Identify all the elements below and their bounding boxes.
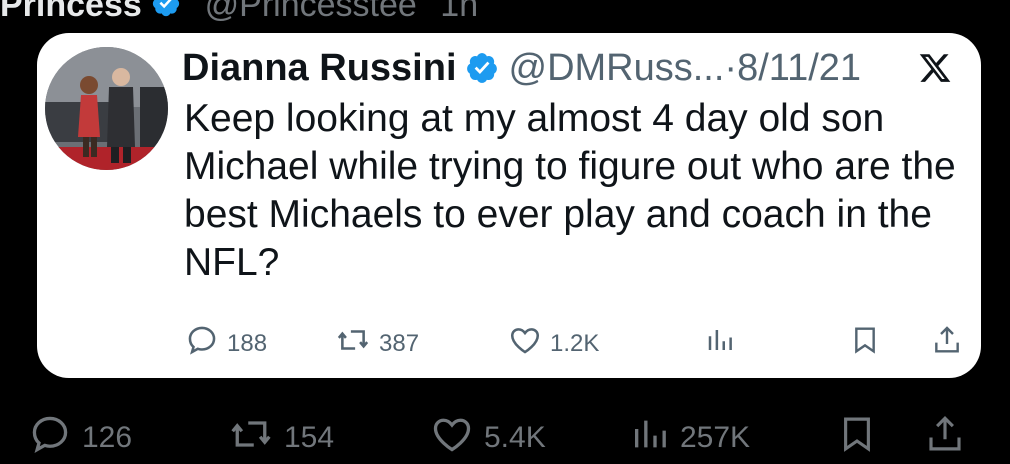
bookmark-button[interactable] <box>849 323 889 364</box>
like-icon <box>430 412 484 464</box>
outer-author-handle[interactable]: @Princesstee <box>205 0 417 24</box>
reply-icon <box>28 412 82 464</box>
outer-bookmark-button[interactable] <box>836 412 888 464</box>
outer-views-count: 257K <box>680 421 751 454</box>
retweet-button[interactable]: 387 <box>335 323 419 364</box>
verified-badge-icon <box>465 51 499 85</box>
like-icon <box>508 323 550 364</box>
outer-retweet-count: 154 <box>284 421 335 454</box>
author-handle[interactable]: @DMRuss... <box>509 47 725 90</box>
views-icon <box>705 323 743 364</box>
share-icon <box>924 412 976 464</box>
outer-like-button[interactable]: 5.4K <box>430 412 546 464</box>
share-button[interactable] <box>931 323 971 364</box>
views-icon <box>630 412 680 464</box>
action-bar: 188 387 1.2K <box>185 323 965 359</box>
avatar[interactable] <box>45 47 168 170</box>
reply-icon <box>185 323 227 364</box>
outer-author-name[interactable]: Princess <box>0 0 142 24</box>
tweet-date[interactable]: 8/11/21 <box>737 47 861 90</box>
outer-reply-count: 126 <box>82 421 133 454</box>
outer-views-button[interactable]: 257K <box>630 412 750 464</box>
retweet-count: 387 <box>379 329 420 357</box>
bookmark-icon <box>849 323 889 364</box>
x-logo-icon <box>918 51 952 95</box>
quoted-tweet-header: Dianna Russini @DMRuss... · 8/11/21 <box>182 43 972 93</box>
reply-count: 188 <box>227 329 268 357</box>
retweet-icon <box>228 412 284 464</box>
views-button[interactable] <box>705 323 743 364</box>
reply-button[interactable]: 188 <box>185 323 267 364</box>
outer-tweet-header: Princess @Princesstee 1h <box>0 0 1010 24</box>
outer-time-ago: 1h <box>440 0 479 24</box>
bookmark-icon <box>836 412 888 464</box>
outer-retweet-button[interactable]: 154 <box>228 412 334 464</box>
outer-like-count: 5.4K <box>484 421 546 454</box>
separator-dot: · <box>724 46 738 89</box>
like-count: 1.2K <box>550 329 600 357</box>
share-icon <box>931 323 971 364</box>
tweet-text: Keep looking at my almost 4 day old son … <box>184 97 956 284</box>
outer-reply-button[interactable]: 126 <box>28 412 132 464</box>
retweet-icon <box>335 323 379 364</box>
outer-action-bar: 126 154 5.4K 257K <box>0 400 1010 454</box>
author-name[interactable]: Dianna Russini <box>182 47 457 90</box>
quoted-tweet-card[interactable]: Dianna Russini @DMRuss... · 8/11/21 Keep… <box>37 33 981 378</box>
like-button[interactable]: 1.2K <box>508 323 599 364</box>
verified-badge-icon <box>151 0 181 27</box>
outer-share-button[interactable] <box>924 412 976 464</box>
